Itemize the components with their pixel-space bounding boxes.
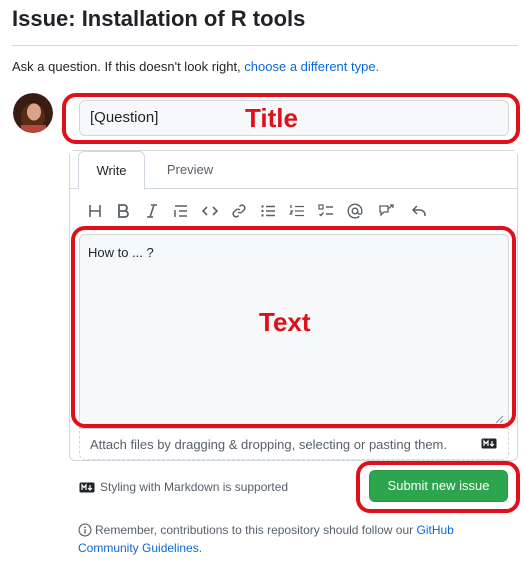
reply-icon[interactable] xyxy=(408,200,430,222)
markdown-icon xyxy=(481,438,497,449)
guidelines-note: Remember, contributions to this reposito… xyxy=(78,521,498,557)
tab-preview[interactable]: Preview xyxy=(152,151,228,189)
text-annotation-label: Text xyxy=(259,307,311,337)
heading-icon[interactable] xyxy=(84,200,106,222)
tab-write[interactable]: Write xyxy=(78,151,145,190)
bold-icon[interactable] xyxy=(112,200,134,222)
divider xyxy=(12,45,518,46)
link-icon[interactable] xyxy=(228,200,250,222)
quote-icon[interactable] xyxy=(170,200,192,222)
guidelines-text: Remember, contributions to this reposito… xyxy=(95,523,417,537)
attach-files-text: Attach files by dragging & dropping, sel… xyxy=(90,437,447,452)
resize-handle-icon[interactable] xyxy=(494,414,504,424)
page-title: Issue: Installation of R tools xyxy=(12,6,306,31)
italic-icon[interactable] xyxy=(141,200,163,222)
task-list-icon[interactable] xyxy=(315,200,337,222)
guidelines-suffix: . xyxy=(198,541,203,555)
submit-new-issue-button[interactable]: Submit new issue xyxy=(369,470,508,502)
numbered-list-icon[interactable] xyxy=(286,200,308,222)
intro-text: Ask a question. If this doesn't look rig… xyxy=(12,59,379,74)
intro-text-label: Ask a question. If this doesn't look rig… xyxy=(12,59,245,74)
info-icon xyxy=(78,523,92,537)
mention-icon[interactable] xyxy=(344,200,366,222)
markdown-note-label: Styling with Markdown is supported xyxy=(100,480,289,494)
choose-different-type-link[interactable]: choose a different type. xyxy=(244,59,379,74)
attach-files-zone[interactable]: Attach files by dragging & dropping, sel… xyxy=(79,428,509,460)
avatar[interactable] xyxy=(13,93,53,133)
bulleted-list-icon[interactable] xyxy=(257,200,279,222)
title-annotation-label: Title xyxy=(245,103,298,133)
code-icon[interactable] xyxy=(199,200,221,222)
markdown-note-icon xyxy=(79,482,95,492)
cross-reference-icon[interactable] xyxy=(375,200,397,222)
markdown-supported-note[interactable]: Styling with Markdown is supported xyxy=(79,480,288,494)
